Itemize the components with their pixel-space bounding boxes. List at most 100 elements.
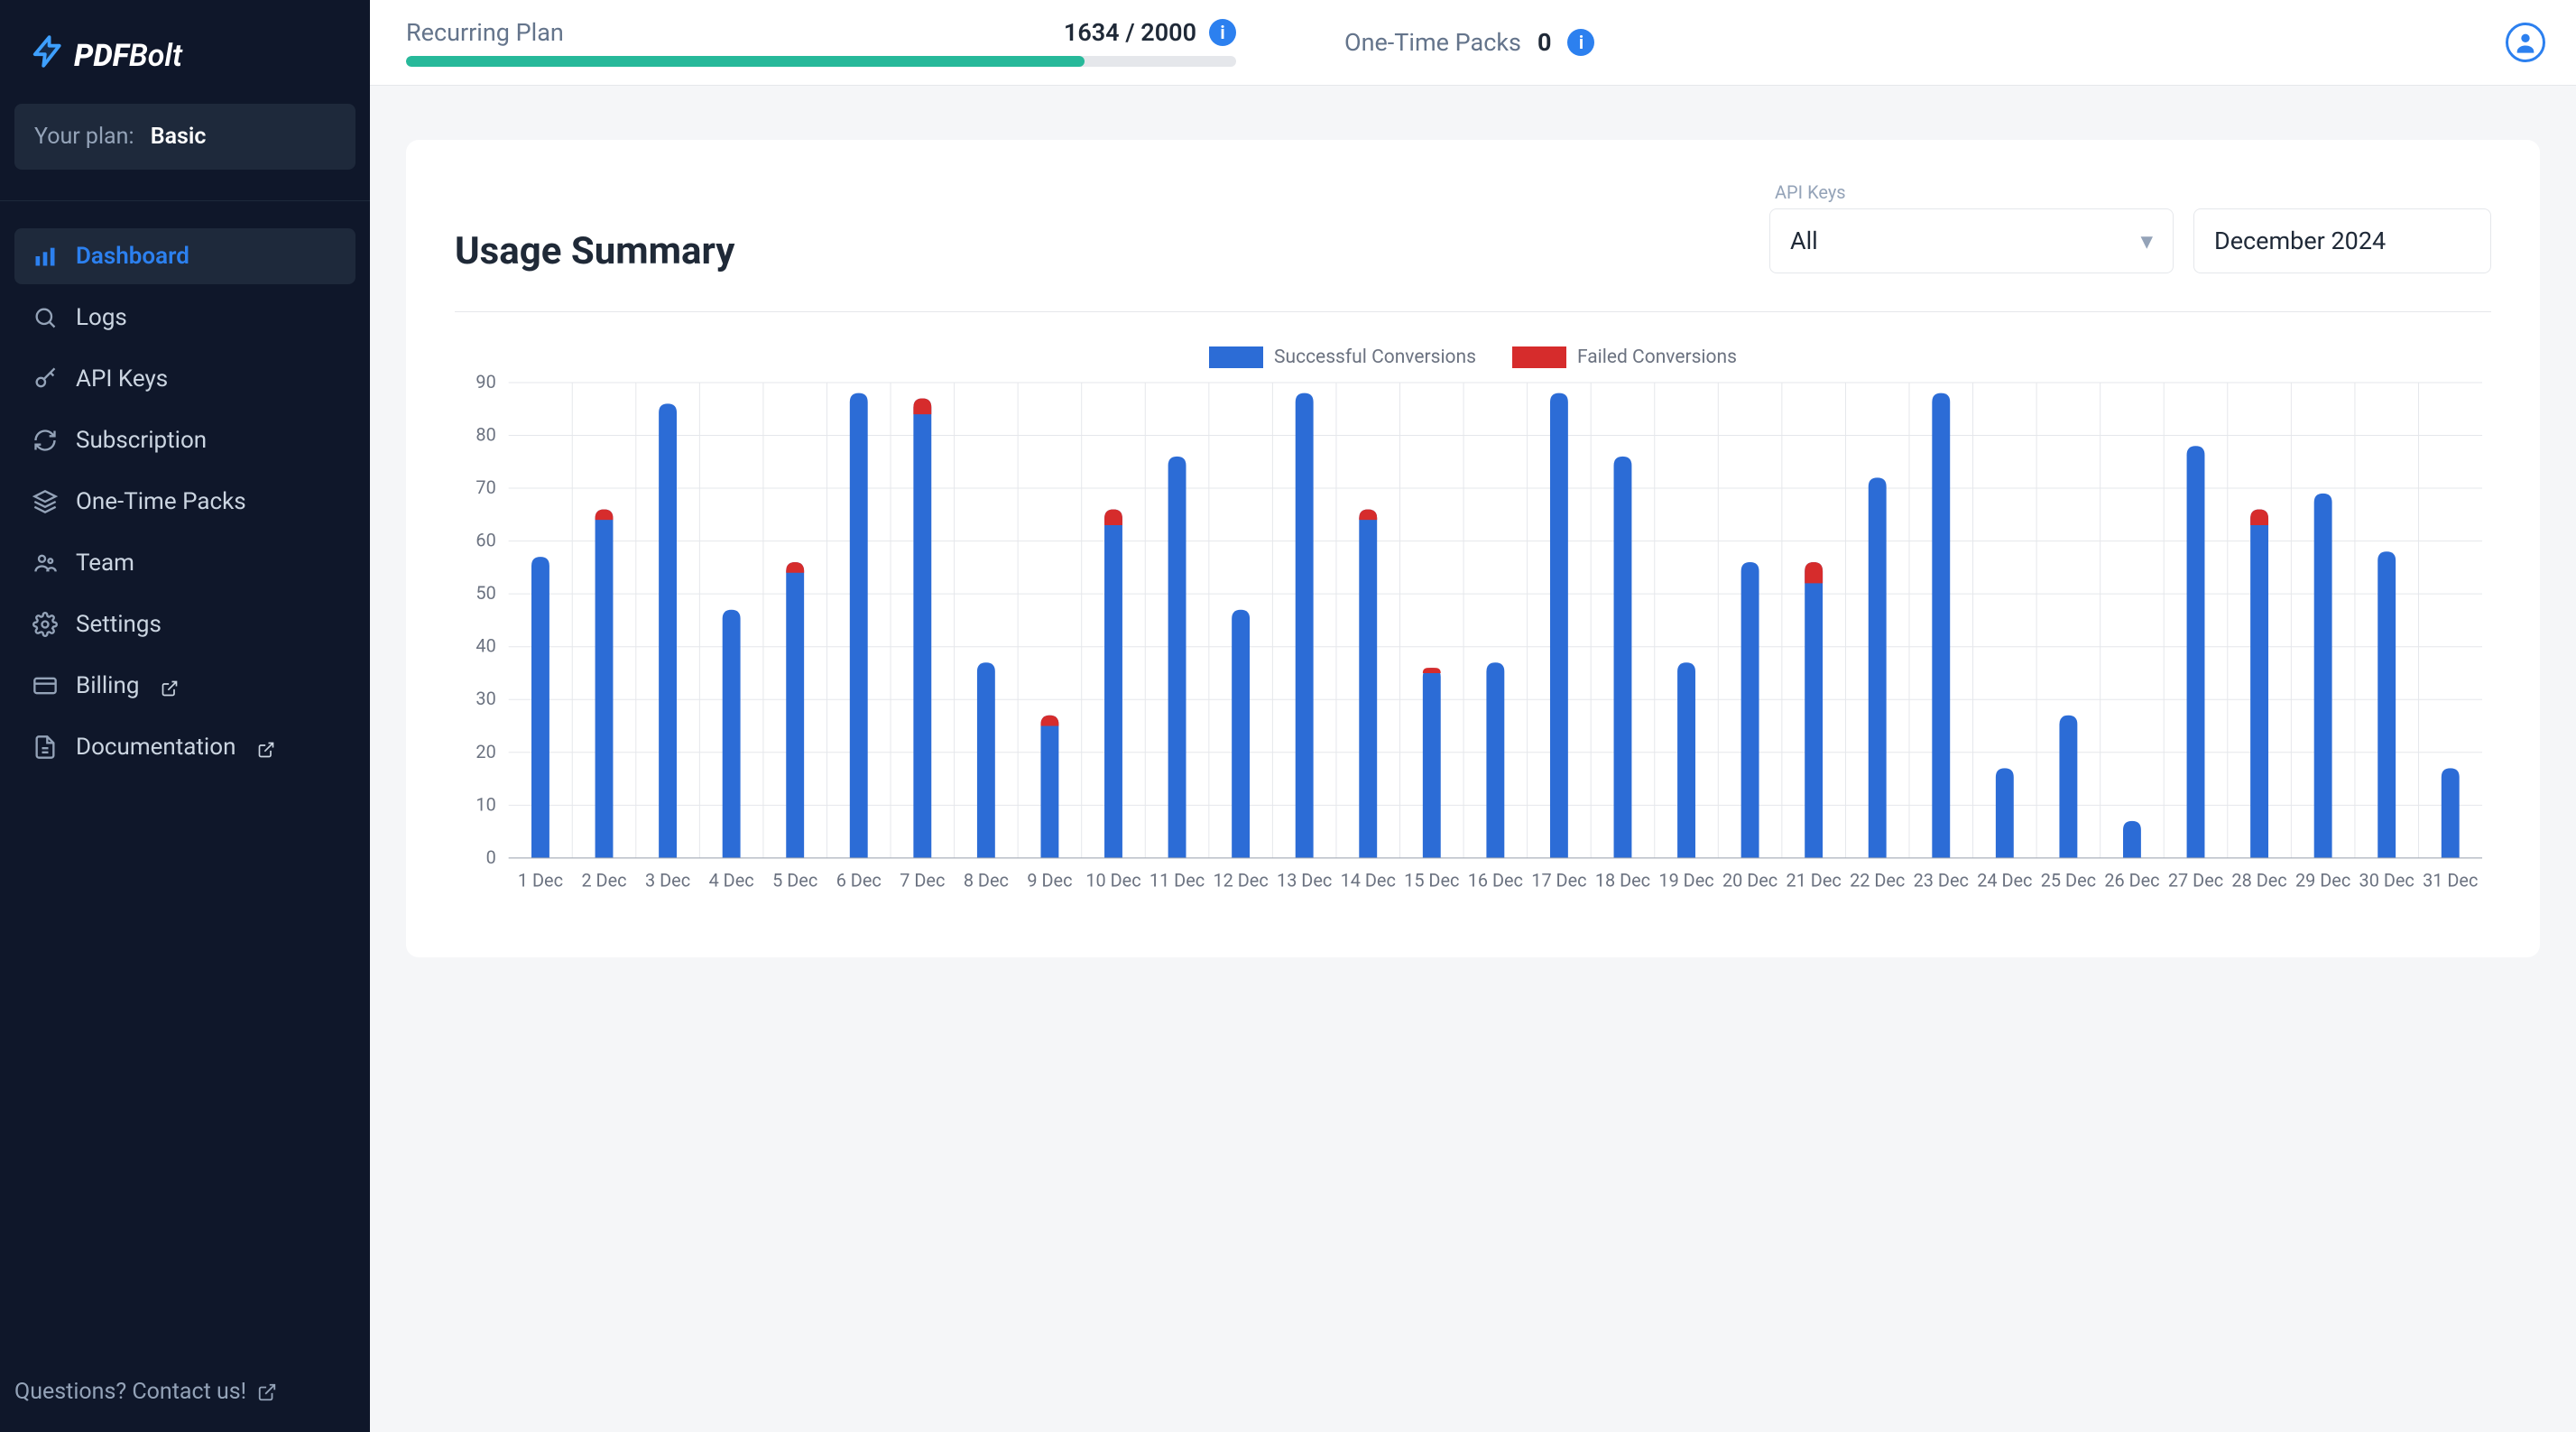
api-keys-selected: All bbox=[1790, 226, 1818, 255]
svg-text:18 Dec: 18 Dec bbox=[1595, 871, 1650, 892]
legend-label: Successful Conversions bbox=[1274, 346, 1476, 368]
svg-text:2 Dec: 2 Dec bbox=[581, 871, 626, 892]
topbar: Recurring Plan 1634 / 2000 i One-Time Pa… bbox=[370, 0, 2576, 86]
svg-text:11 Dec: 11 Dec bbox=[1150, 871, 1205, 892]
nav-api-keys[interactable]: API Keys bbox=[14, 351, 355, 407]
usage-summary-card: Usage Summary API Keys All ▾ December 20… bbox=[406, 140, 2540, 957]
nav-settings[interactable]: Settings bbox=[14, 596, 355, 652]
recurring-usage: 1634 / 2000 bbox=[1064, 18, 1196, 47]
search-icon bbox=[32, 305, 58, 330]
svg-text:80: 80 bbox=[475, 424, 495, 445]
svg-text:50: 50 bbox=[475, 583, 495, 604]
packs-label: One-Time Packs bbox=[1344, 28, 1521, 57]
svg-text:19 Dec: 19 Dec bbox=[1658, 871, 1713, 892]
svg-text:40: 40 bbox=[475, 636, 495, 657]
user-icon bbox=[2513, 30, 2538, 55]
info-icon[interactable]: i bbox=[1209, 19, 1236, 46]
svg-text:30: 30 bbox=[475, 688, 495, 709]
packs-value: 0 bbox=[1537, 28, 1552, 57]
svg-text:16 Dec: 16 Dec bbox=[1468, 871, 1523, 892]
recurring-progress-fill bbox=[406, 56, 1085, 67]
logo[interactable]: PDFBolt bbox=[0, 0, 370, 104]
divider bbox=[0, 200, 370, 201]
plan-name: Basic bbox=[151, 124, 207, 150]
svg-text:8 Dec: 8 Dec bbox=[964, 871, 1009, 892]
date-picker[interactable]: December 2024 bbox=[2193, 208, 2491, 273]
svg-text:7 Dec: 7 Dec bbox=[900, 871, 945, 892]
svg-text:60: 60 bbox=[475, 531, 495, 551]
key-icon bbox=[32, 366, 58, 392]
nav-team[interactable]: Team bbox=[14, 535, 355, 591]
nav-label: Team bbox=[76, 550, 134, 577]
svg-text:13 Dec: 13 Dec bbox=[1277, 871, 1332, 892]
svg-text:70: 70 bbox=[475, 477, 495, 498]
svg-text:30 Dec: 30 Dec bbox=[2359, 871, 2414, 892]
recurring-plan-block: Recurring Plan 1634 / 2000 i bbox=[406, 18, 1236, 67]
svg-text:9 Dec: 9 Dec bbox=[1027, 871, 1072, 892]
svg-text:28 Dec: 28 Dec bbox=[2231, 871, 2286, 892]
svg-text:10: 10 bbox=[475, 794, 495, 815]
svg-text:10 Dec: 10 Dec bbox=[1085, 871, 1140, 892]
svg-text:0: 0 bbox=[486, 847, 496, 868]
sidebar: PDFBolt Your plan: Basic Dashboard Logs … bbox=[0, 0, 370, 1432]
nav-label: Settings bbox=[76, 611, 162, 638]
api-keys-select[interactable]: All ▾ bbox=[1769, 208, 2174, 273]
nav-documentation[interactable]: Documentation bbox=[14, 719, 355, 775]
legend-label: Failed Conversions bbox=[1577, 346, 1737, 368]
nav-one-time-packs[interactable]: One-Time Packs bbox=[14, 474, 355, 530]
nav-label: One-Time Packs bbox=[76, 488, 246, 515]
usage-chart-svg: 01020304050607080901 Dec2 Dec3 Dec4 Dec5… bbox=[455, 374, 2491, 903]
chart: 01020304050607080901 Dec2 Dec3 Dec4 Dec5… bbox=[455, 374, 2491, 903]
nav-dashboard[interactable]: Dashboard bbox=[14, 228, 355, 284]
nav-label: Subscription bbox=[76, 427, 207, 454]
refresh-icon bbox=[32, 428, 58, 453]
profile-button[interactable] bbox=[2506, 23, 2545, 62]
svg-text:14 Dec: 14 Dec bbox=[1341, 871, 1396, 892]
svg-text:21 Dec: 21 Dec bbox=[1787, 871, 1842, 892]
svg-text:31 Dec: 31 Dec bbox=[2423, 871, 2478, 892]
plan-label: Your plan: bbox=[34, 124, 134, 150]
date-value: December 2024 bbox=[2214, 226, 2386, 255]
layers-icon bbox=[32, 489, 58, 514]
filters: API Keys All ▾ December 2024 bbox=[1769, 181, 2491, 273]
recurring-label: Recurring Plan bbox=[406, 18, 564, 47]
svg-text:17 Dec: 17 Dec bbox=[1531, 871, 1586, 892]
legend-swatch-red bbox=[1512, 346, 1566, 368]
svg-text:5 Dec: 5 Dec bbox=[772, 871, 817, 892]
svg-text:22 Dec: 22 Dec bbox=[1850, 871, 1905, 892]
svg-text:20: 20 bbox=[475, 742, 495, 762]
bar-chart-icon bbox=[32, 244, 58, 269]
main: Recurring Plan 1634 / 2000 i One-Time Pa… bbox=[370, 0, 2576, 1432]
svg-text:23 Dec: 23 Dec bbox=[1914, 871, 1969, 892]
nav-logs[interactable]: Logs bbox=[14, 290, 355, 346]
svg-text:15 Dec: 15 Dec bbox=[1404, 871, 1459, 892]
legend-swatch-blue bbox=[1209, 346, 1263, 368]
nav-subscription[interactable]: Subscription bbox=[14, 412, 355, 468]
external-link-icon bbox=[257, 1382, 277, 1402]
nav-label: Billing bbox=[76, 672, 139, 699]
contact-label: Questions? Contact us! bbox=[14, 1379, 246, 1405]
nav-billing[interactable]: Billing bbox=[14, 658, 355, 714]
svg-text:24 Dec: 24 Dec bbox=[1977, 871, 2032, 892]
plan-badge: Your plan: Basic bbox=[14, 104, 355, 170]
svg-text:4 Dec: 4 Dec bbox=[709, 871, 754, 892]
credit-card-icon bbox=[32, 673, 58, 698]
nav-label: Documentation bbox=[76, 734, 235, 761]
nav-label: API Keys bbox=[76, 365, 168, 393]
logo-text: PDFBolt bbox=[74, 38, 182, 74]
contact-link[interactable]: Questions? Contact us! bbox=[0, 1352, 370, 1432]
info-icon[interactable]: i bbox=[1567, 29, 1594, 56]
nav-label: Dashboard bbox=[76, 243, 189, 270]
api-keys-select-label: API Keys bbox=[1769, 181, 2174, 203]
card-title: Usage Summary bbox=[455, 229, 734, 273]
svg-text:1 Dec: 1 Dec bbox=[518, 871, 563, 892]
people-icon bbox=[32, 550, 58, 576]
chart-legend: Successful Conversions Failed Conversion… bbox=[455, 346, 2491, 368]
svg-text:26 Dec: 26 Dec bbox=[2104, 871, 2159, 892]
content: Usage Summary API Keys All ▾ December 20… bbox=[370, 86, 2576, 1012]
file-icon bbox=[32, 734, 58, 760]
nav: Dashboard Logs API Keys Subscription One… bbox=[0, 228, 370, 775]
nav-label: Logs bbox=[76, 304, 127, 331]
divider bbox=[455, 311, 2491, 312]
legend-failed: Failed Conversions bbox=[1512, 346, 1737, 368]
